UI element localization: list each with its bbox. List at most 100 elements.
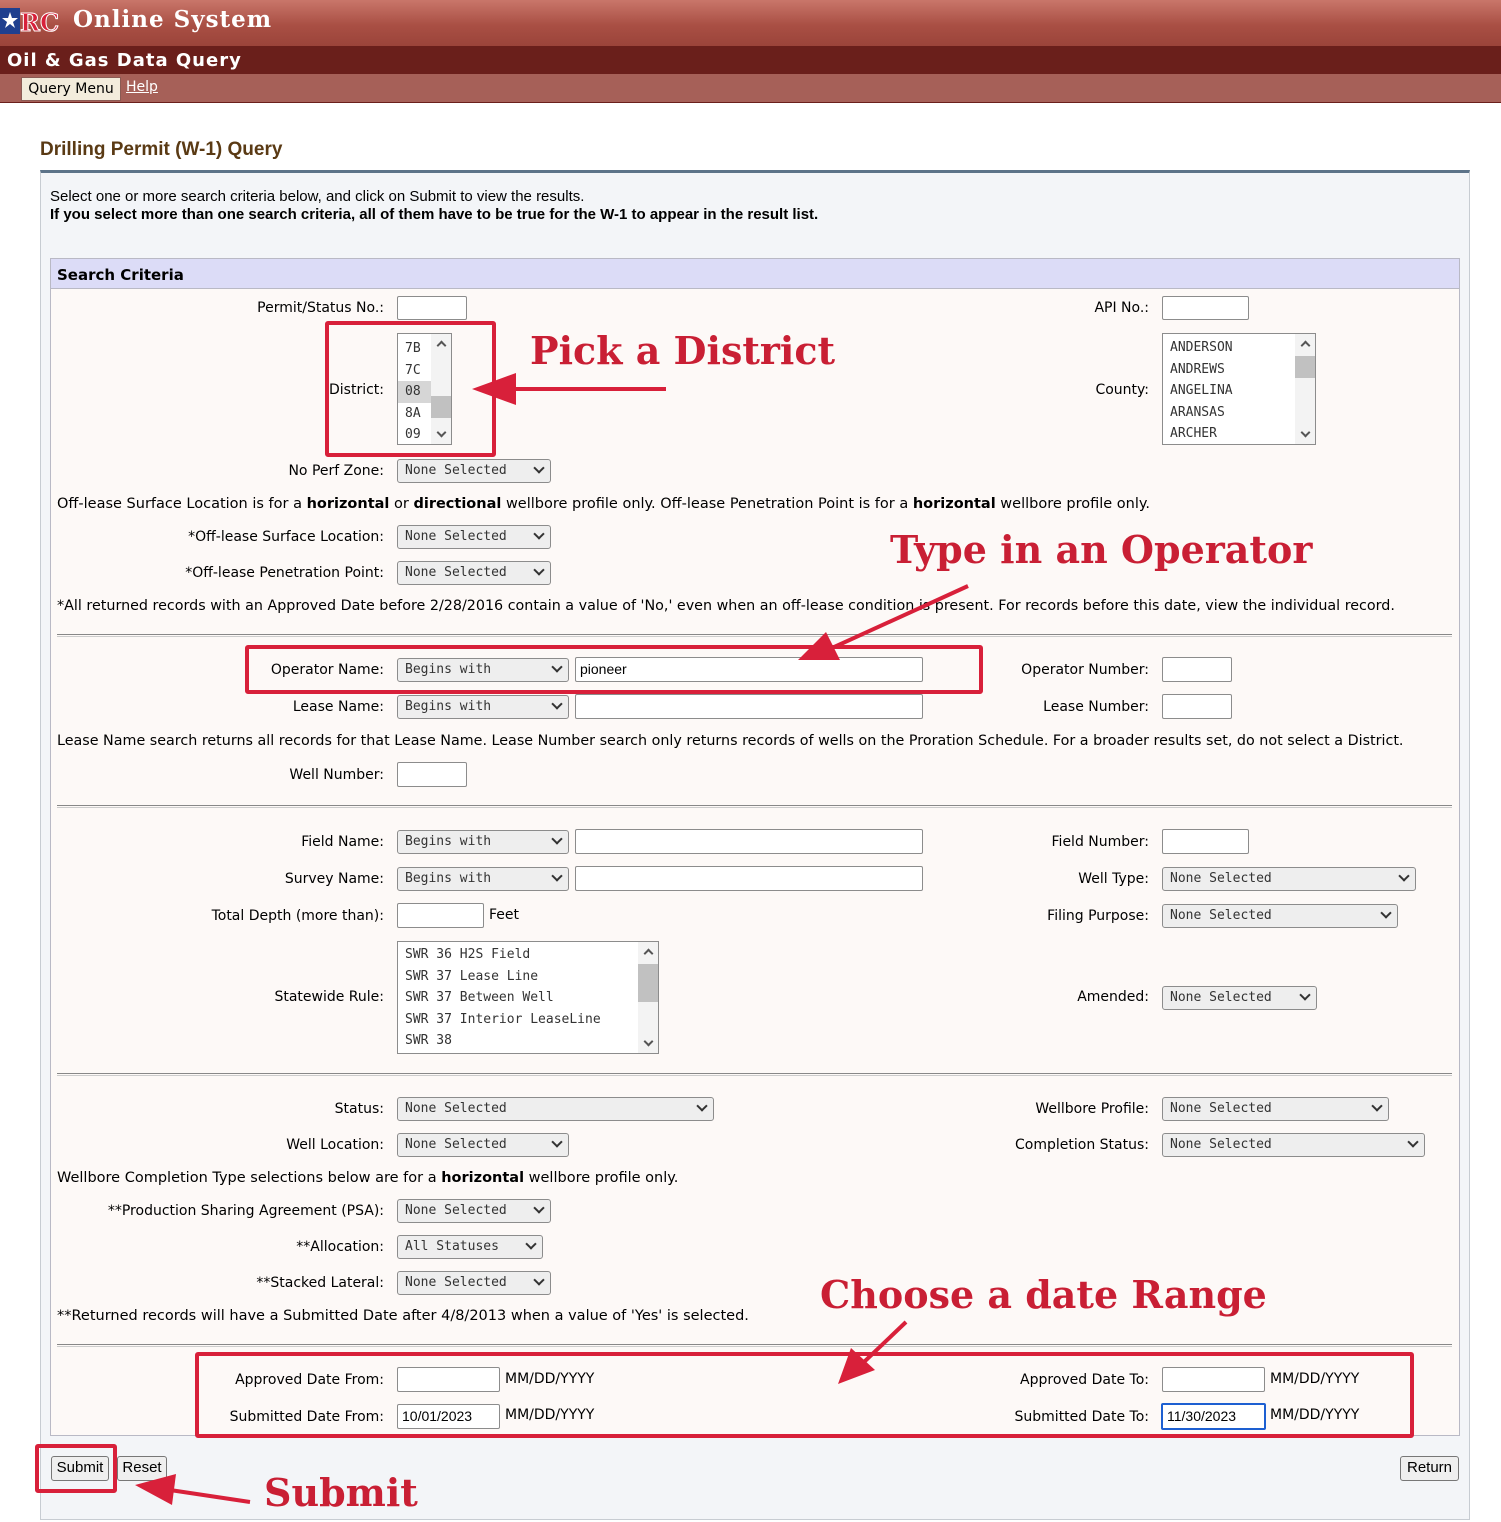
submit-highlight-box: [35, 1444, 117, 1493]
offlease-penetration-label: *Off-lease Penetration Point:: [185, 565, 384, 581]
stacked-lateral-select[interactable]: None Selected: [397, 1271, 551, 1295]
chevron-down-icon: [533, 564, 545, 576]
no-perf-zone-select[interactable]: None Selected: [397, 459, 551, 483]
menu-bar: [0, 74, 1501, 103]
permit-input[interactable]: [397, 296, 467, 320]
annotation-submit: Submit: [264, 1470, 418, 1515]
statewide-rule-option[interactable]: SWR 36 H2S Field: [398, 944, 658, 966]
well-number-input[interactable]: [397, 762, 467, 787]
scroll-up-icon[interactable]: [1300, 340, 1311, 351]
well-location-label: Well Location:: [286, 1137, 384, 1153]
chevron-down-icon: [533, 1202, 545, 1214]
total-depth-label: Total Depth (more than):: [211, 908, 384, 924]
district-highlight-box: [325, 321, 496, 457]
completion-status-label: Completion Status:: [1015, 1137, 1149, 1153]
query-menu-button[interactable]: Query Menu: [21, 77, 121, 101]
divider: [57, 634, 1452, 637]
chevron-down-icon: [696, 1100, 708, 1112]
statewide-rule-listbox[interactable]: SWR 36 H2S Field SWR 37 Lease Line SWR 3…: [397, 941, 659, 1054]
county-option[interactable]: ARCHER: [1163, 423, 1315, 444]
field-number-label: Field Number:: [1051, 834, 1149, 850]
operator-number-input[interactable]: [1162, 657, 1232, 682]
chevron-down-icon: [1407, 1136, 1419, 1148]
chevron-down-icon: [1371, 1100, 1383, 1112]
api-input[interactable]: [1162, 296, 1249, 320]
feet-unit: Feet: [489, 907, 520, 923]
filing-purpose-select[interactable]: None Selected: [1162, 904, 1398, 928]
page-title: Drilling Permit (W-1) Query: [40, 139, 283, 160]
help-link[interactable]: Help: [126, 79, 158, 95]
scroll-down-icon[interactable]: [643, 1036, 654, 1047]
returned-records-note: **Returned records will have a Submitted…: [57, 1308, 749, 1324]
well-location-select[interactable]: None Selected: [397, 1133, 569, 1157]
allocation-label: **Allocation:: [296, 1239, 384, 1255]
svg-text:RC: RC: [20, 8, 59, 36]
county-option[interactable]: ANDREWS: [1163, 359, 1315, 381]
chevron-down-icon: [1380, 907, 1392, 919]
lease-name-input[interactable]: [575, 694, 923, 719]
chevron-down-icon: [551, 870, 563, 882]
county-scrollbar[interactable]: [1295, 334, 1315, 444]
field-name-mode-select[interactable]: Begins with: [397, 830, 569, 854]
allocation-select[interactable]: All Statuses: [397, 1235, 543, 1259]
county-option[interactable]: ARANSAS: [1163, 402, 1315, 424]
field-name-input[interactable]: [575, 829, 923, 854]
chevron-down-icon: [533, 462, 545, 474]
survey-name-input[interactable]: [575, 866, 923, 891]
lease-note: Lease Name search returns all records fo…: [57, 733, 1404, 749]
completion-type-note: Wellbore Completion Type selections belo…: [57, 1170, 679, 1186]
county-listbox[interactable]: ANDERSON ANDREWS ANGELINA ARANSAS ARCHER: [1162, 333, 1316, 445]
wellbore-profile-select[interactable]: None Selected: [1162, 1097, 1389, 1121]
well-number-label: Well Number:: [289, 767, 384, 783]
offlease-note: Off-lease Surface Location is for a hori…: [57, 496, 1151, 512]
offlease-penetration-select[interactable]: None Selected: [397, 561, 551, 585]
divider: [57, 1073, 1452, 1076]
psa-select[interactable]: None Selected: [397, 1199, 551, 1223]
survey-name-label: Survey Name:: [284, 871, 384, 887]
county-label: County:: [1095, 382, 1149, 398]
reset-button[interactable]: Reset: [117, 1456, 167, 1481]
intro-text: Select one or more search criteria below…: [50, 188, 585, 205]
total-depth-input[interactable]: [397, 903, 484, 928]
annotation-operator: Type in an Operator: [890, 527, 1313, 572]
statewide-rule-label: Statewide Rule:: [274, 989, 384, 1005]
amended-select[interactable]: None Selected: [1162, 986, 1317, 1010]
statewide-rule-option[interactable]: SWR 37 Interior LeaseLine: [398, 1009, 658, 1031]
chevron-down-icon: [525, 1238, 537, 1250]
well-type-select[interactable]: None Selected: [1162, 867, 1416, 891]
return-button[interactable]: Return: [1400, 1456, 1459, 1481]
county-option[interactable]: ANGELINA: [1163, 380, 1315, 402]
stacked-lateral-label: **Stacked Lateral:: [256, 1275, 384, 1291]
annotation-date-range: Choose a date Range: [820, 1272, 1267, 1317]
chevron-down-icon: [1299, 989, 1311, 1001]
field-name-label: Field Name:: [301, 834, 384, 850]
statewide-scrollbar[interactable]: [638, 942, 658, 1053]
survey-name-mode-select[interactable]: Begins with: [397, 867, 569, 891]
approved-date-note: *All returned records with an Approved D…: [57, 598, 1395, 614]
lease-number-input[interactable]: [1162, 694, 1232, 719]
status-select[interactable]: None Selected: [397, 1097, 714, 1121]
annotation-district: Pick a District: [530, 328, 836, 373]
operator-highlight-box: [245, 645, 983, 694]
filing-purpose-label: Filing Purpose:: [1047, 908, 1149, 924]
offlease-surface-select[interactable]: None Selected: [397, 525, 551, 549]
permit-label: Permit/Status No.:: [257, 300, 384, 316]
county-option[interactable]: ANDERSON: [1163, 337, 1315, 359]
scroll-up-icon[interactable]: [643, 948, 654, 959]
system-title: Online System: [73, 6, 273, 33]
completion-status-select[interactable]: None Selected: [1162, 1133, 1425, 1157]
lease-name-mode-select[interactable]: Begins with: [397, 695, 569, 719]
field-number-input[interactable]: [1162, 829, 1249, 854]
chevron-down-icon: [551, 698, 563, 710]
chevron-down-icon: [551, 1136, 563, 1148]
search-criteria-title: Search Criteria: [57, 266, 184, 284]
statewide-rule-option[interactable]: SWR 38: [398, 1030, 658, 1052]
statewide-rule-option[interactable]: SWR 37 Lease Line: [398, 966, 658, 988]
intro-warning: If you select more than one search crite…: [50, 206, 819, 223]
wellbore-profile-label: Wellbore Profile:: [1035, 1101, 1149, 1117]
chevron-down-icon: [533, 1274, 545, 1286]
status-label: Status:: [334, 1101, 384, 1117]
statewide-rule-option[interactable]: SWR 37 Between Well: [398, 987, 658, 1009]
date-range-highlight-box: [195, 1352, 1414, 1438]
scroll-down-icon[interactable]: [1300, 427, 1311, 438]
